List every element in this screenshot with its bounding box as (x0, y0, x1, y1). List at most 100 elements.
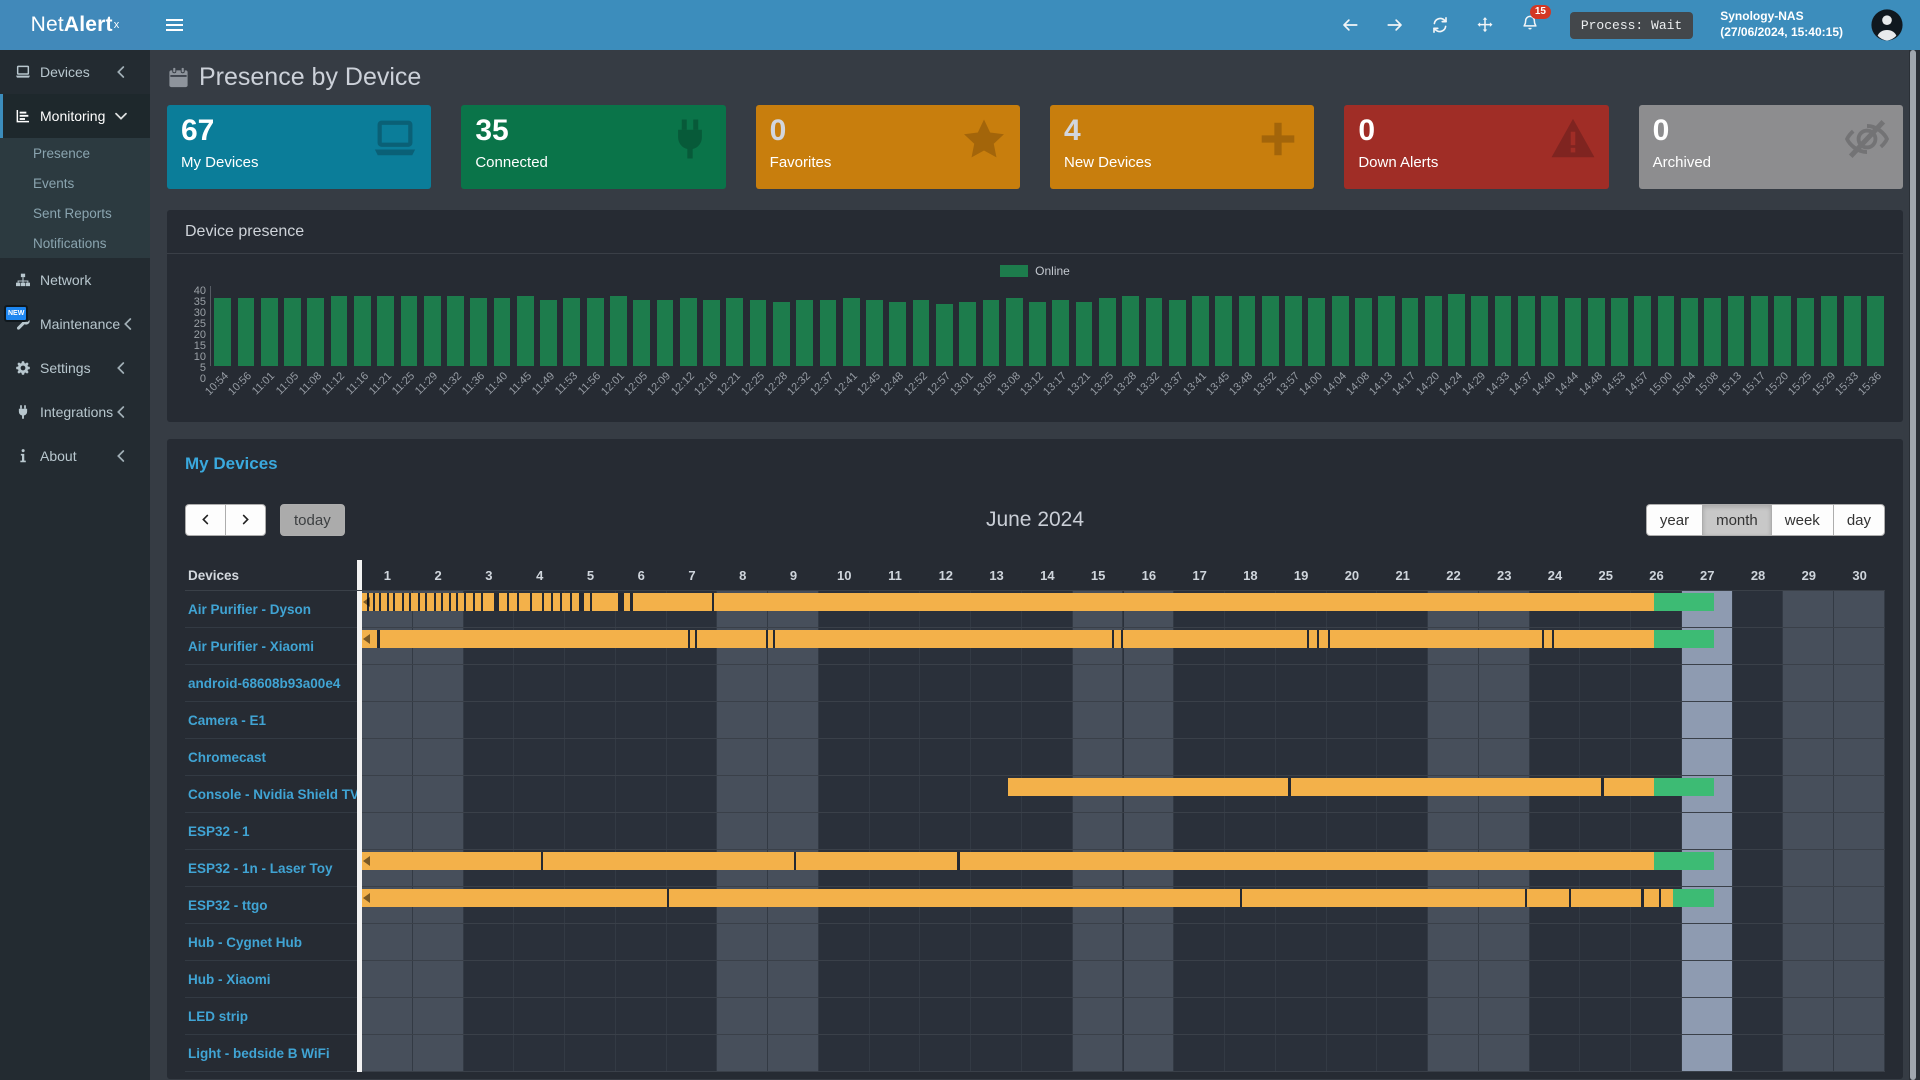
sidebar-item-network[interactable]: Network (0, 258, 150, 302)
offline-gap (667, 889, 670, 907)
calendar-view-year-button[interactable]: year (1646, 504, 1702, 536)
chart-x-axis: 10:5410:5611:0111:0511:0811:1211:1611:21… (211, 366, 1887, 418)
submenu-item-presence[interactable]: Presence (0, 138, 150, 168)
day-header-6: 6 (616, 560, 667, 590)
calendar-next-button[interactable] (225, 504, 266, 536)
sidebar-item-label: Devices (40, 64, 90, 80)
chart-bar (956, 286, 979, 366)
sidebar-item-label: About (40, 448, 77, 464)
presence-bar-current[interactable] (1654, 852, 1714, 870)
device-link[interactable]: ESP32 - 1n - Laser Toy (185, 850, 357, 887)
calendar-view-day-button[interactable]: day (1833, 504, 1885, 536)
plus-icon (1255, 116, 1301, 162)
move-pan-icon[interactable] (1476, 16, 1494, 34)
sidebar-item-settings[interactable]: Settings (0, 346, 150, 390)
device-link[interactable]: Console - Nvidia Shield TV (185, 776, 357, 813)
chart-bar (653, 286, 676, 366)
presence-bar-past[interactable] (1008, 778, 1654, 796)
user-avatar[interactable] (1870, 8, 1904, 42)
stat-card-down-alerts[interactable]: 0Down Alerts (1344, 105, 1608, 189)
calendar-prev-button[interactable] (185, 504, 225, 536)
offline-gap (688, 630, 690, 648)
notification-count-badge: 15 (1530, 5, 1551, 19)
sidebar-item-label: Network (40, 272, 91, 288)
day-header-5: 5 (565, 560, 616, 590)
device-link[interactable]: Hub - Cygnet Hub (185, 924, 357, 961)
sidebar-toggle-button[interactable] (150, 0, 198, 50)
presence-bar-past[interactable] (362, 852, 1654, 870)
device-link[interactable]: Air Purifier - Dyson (185, 591, 357, 628)
refresh-icon[interactable] (1431, 16, 1449, 34)
star-icon (961, 116, 1007, 162)
chart-bar (1305, 286, 1328, 366)
gantt-row (362, 776, 1885, 813)
device-link[interactable]: ESP32 - ttgo (185, 887, 357, 924)
presence-bar-current[interactable] (1673, 889, 1714, 907)
offline-gap (473, 593, 475, 611)
submenu-item-sent-reports[interactable]: Sent Reports (0, 198, 150, 228)
device-link[interactable]: Camera - E1 (185, 702, 357, 739)
chevron-left-icon (199, 513, 212, 526)
chart-bars (211, 286, 1887, 366)
stat-card-archived[interactable]: 0Archived (1639, 105, 1903, 189)
offline-gap (1542, 630, 1544, 648)
sidebar-item-devices[interactable]: Devices (0, 50, 150, 94)
calendar-view-month-button[interactable]: month (1702, 504, 1771, 536)
presence-bar-past[interactable] (362, 889, 1673, 907)
chart-bar (1585, 286, 1608, 366)
chevron-right-icon (239, 513, 252, 526)
presence-bar-current[interactable] (1654, 630, 1714, 648)
x-tick: 15:36 (1864, 366, 1887, 418)
chart-bar (1166, 286, 1189, 366)
day-header-18: 18 (1225, 560, 1276, 590)
offline-gap (766, 630, 768, 648)
submenu-item-notifications[interactable]: Notifications (0, 228, 150, 258)
device-link[interactable]: LED strip (185, 998, 357, 1035)
device-link[interactable]: Light - bedside B WiFi (185, 1035, 357, 1072)
sidebar-item-label: Integrations (40, 404, 113, 420)
nav-back-icon[interactable] (1341, 16, 1359, 34)
notifications-bell[interactable]: 15 (1521, 14, 1539, 37)
submenu-item-events[interactable]: Events (0, 168, 150, 198)
presence-bar-past[interactable] (362, 593, 1654, 611)
chevron-left-icon (113, 360, 129, 376)
stat-card-new-devices[interactable]: 4New Devices (1050, 105, 1314, 189)
x-tick-label: 10:54 (203, 370, 231, 398)
gantt-row (362, 739, 1885, 776)
chart-bar (816, 286, 839, 366)
chart-bar (1468, 286, 1491, 366)
nav-forward-icon[interactable] (1386, 16, 1404, 34)
device-link[interactable]: Air Purifier - Xiaomi (185, 628, 357, 665)
calendar-view-week-button[interactable]: week (1771, 504, 1833, 536)
y-tick-label: 0 (200, 374, 206, 385)
continues-before-arrow-icon (363, 893, 370, 903)
stat-card-favorites[interactable]: 0Favorites (756, 105, 1020, 189)
day-header-16: 16 (1123, 560, 1174, 590)
stat-card-my-devices[interactable]: 67My Devices (167, 105, 431, 189)
chart-bar (886, 286, 909, 366)
offline-gap (712, 593, 714, 611)
offline-gap (449, 593, 451, 611)
device-link[interactable]: ESP32 - 1 (185, 813, 357, 850)
gantt-row (362, 887, 1885, 924)
sidebar-item-maintenance[interactable]: NEWMaintenance (0, 302, 150, 346)
device-link[interactable]: android-68608b93a00e4 (185, 665, 357, 702)
device-link[interactable]: Hub - Xiaomi (185, 961, 357, 998)
page-scrollbar (1909, 50, 1920, 1080)
sidebar-item-about[interactable]: About (0, 434, 150, 478)
presence-bar-current[interactable] (1654, 593, 1714, 611)
scrollbar-thumb[interactable] (1910, 50, 1916, 1080)
sidebar-item-monitoring[interactable]: Monitoring (0, 94, 150, 138)
stat-card-connected[interactable]: 35Connected (461, 105, 725, 189)
presence-bar-current[interactable] (1654, 778, 1714, 796)
chart-bar (1398, 286, 1421, 366)
sitemap-icon (15, 272, 31, 288)
sidebar-item-integrations[interactable]: Integrations (0, 390, 150, 434)
chart-bar (421, 286, 444, 366)
chart-bar (840, 286, 863, 366)
chart-bar (467, 286, 490, 366)
device-link[interactable]: Chromecast (185, 739, 357, 776)
app-logo[interactable]: NetAlertx (0, 0, 150, 50)
presence-bar-past[interactable] (362, 630, 1654, 648)
offline-gap (1569, 889, 1571, 907)
